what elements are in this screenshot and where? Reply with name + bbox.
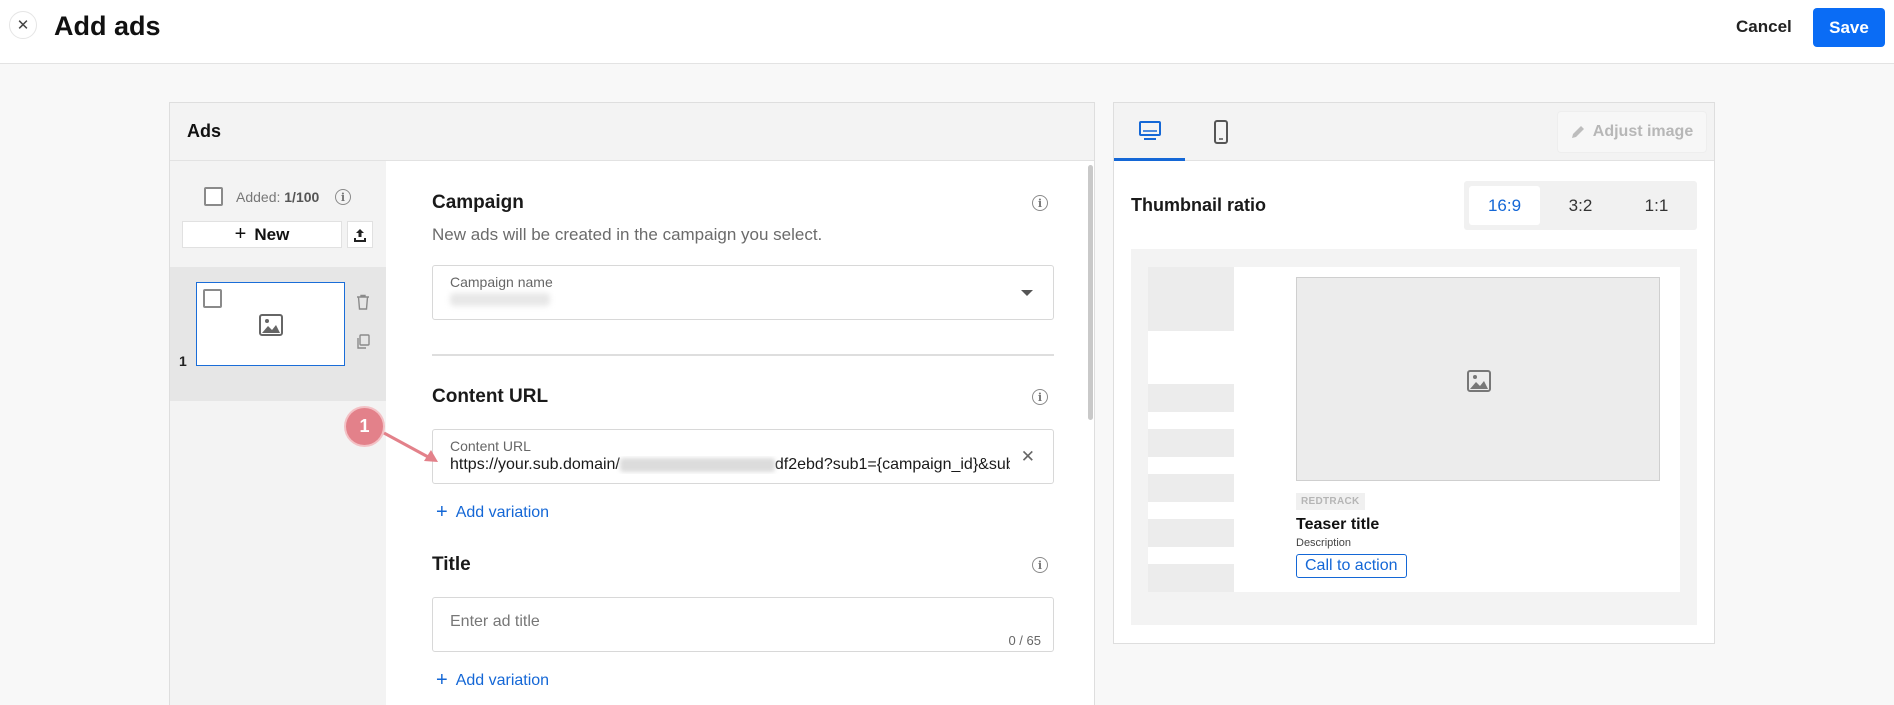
placeholder-block (1148, 474, 1234, 502)
teaser-description: Description (1296, 537, 1352, 549)
image-icon (1467, 370, 1491, 392)
title-section-title: Title (432, 554, 471, 575)
added-label: Added: (236, 189, 285, 205)
content-url-section-title: Content URL (432, 386, 549, 407)
plus-icon: + (436, 501, 448, 523)
adjust-image-label: Adjust image (1592, 123, 1694, 140)
title-char-counter: 0 / 65 (1008, 633, 1041, 648)
preview-panel: Adjust image Thumbnail ratio 16:9 3:2 1:… (1113, 102, 1715, 644)
ad-number: 1 (179, 353, 187, 369)
ads-panel-header: Ads (170, 103, 1094, 161)
info-icon[interactable]: i (335, 189, 351, 205)
add-variation-label: Add variation (455, 671, 550, 689)
mobile-icon (1213, 120, 1228, 144)
content-url-value[interactable]: https://your.sub.domain/df2ebd?sub1={cam… (450, 456, 1010, 474)
url-prefix: https://your.sub.domain/ (450, 456, 620, 473)
thumbnail-ratio-label: Thumbnail ratio (1131, 195, 1266, 215)
added-count: 1/100 (284, 189, 320, 205)
info-icon[interactable]: i (1032, 557, 1048, 573)
close-icon[interactable]: ✕ (1021, 447, 1035, 467)
campaign-field-label: Campaign name (450, 274, 553, 290)
annotation-arrow-icon (383, 431, 438, 462)
brand-chip: REDTRACK (1296, 493, 1365, 510)
adjust-image-button[interactable]: Adjust image (1557, 111, 1707, 153)
save-button[interactable]: Save (1813, 8, 1885, 47)
plus-icon: + (234, 223, 247, 245)
image-icon (259, 314, 283, 336)
campaign-description: New ads will be created in the campaign … (432, 225, 823, 244)
url-redacted (619, 457, 775, 472)
ad-preview-area: REDTRACK Teaser title Description Call t… (1131, 249, 1697, 625)
ad-list-item[interactable]: 1 (170, 267, 386, 401)
top-bar: ✕ Add ads Cancel Save (0, 0, 1894, 64)
campaign-select[interactable]: Campaign name (432, 265, 1054, 320)
section-divider (432, 354, 1054, 356)
placeholder-block (1148, 384, 1234, 412)
tab-mobile[interactable] (1185, 103, 1256, 161)
placeholder-block (1148, 267, 1234, 331)
ads-panel-title: Ads (187, 121, 222, 141)
cancel-button[interactable]: Cancel (1730, 14, 1798, 40)
ad-thumbnail[interactable] (196, 282, 345, 366)
content-url-field[interactable]: Content URL https://your.sub.domain/df2e… (432, 429, 1054, 484)
chevron-down-icon[interactable] (1021, 290, 1033, 296)
ad-title-input[interactable] (450, 613, 950, 631)
scrollbar[interactable] (1088, 165, 1093, 420)
upload-icon[interactable] (347, 221, 373, 248)
desktop-icon (1138, 120, 1161, 140)
add-variation-label: Add variation (455, 503, 550, 521)
plus-icon: + (436, 669, 448, 691)
ad-form: Campaign i New ads will be created in th… (386, 161, 1094, 705)
ratio-option-16-9[interactable]: 16:9 (1469, 186, 1540, 225)
tab-desktop[interactable] (1114, 103, 1185, 161)
ratio-option-3-2[interactable]: 3:2 (1545, 186, 1616, 225)
url-suffix: df2ebd?sub1={campaign_id}&sub2 (774, 456, 1010, 473)
teaser-title: Teaser title (1296, 516, 1380, 533)
ad-preview-page: REDTRACK Teaser title Description Call t… (1148, 267, 1680, 592)
ads-panel: Ads Added: 1/100 i + New 1 Campaign i Ne… (169, 102, 1095, 705)
campaign-value-redacted (450, 293, 550, 306)
thumbnail-ratio-selector: 16:9 3:2 1:1 (1464, 181, 1697, 230)
add-title-variation-button[interactable]: + Add variation (436, 669, 549, 692)
step-annotation-badge: 1 (346, 408, 383, 445)
call-to-action-button: Call to action (1296, 554, 1407, 578)
ad-checkbox[interactable] (203, 289, 222, 308)
added-counter: Added: 1/100 (236, 189, 319, 205)
new-ad-label: New (254, 224, 290, 244)
page-title: Add ads (54, 11, 161, 41)
content-url-field-label: Content URL (450, 438, 531, 454)
trash-icon[interactable] (356, 294, 370, 315)
pencil-icon (1571, 126, 1584, 138)
info-icon[interactable]: i (1032, 195, 1048, 211)
placeholder-block (1148, 564, 1234, 592)
campaign-section-title: Campaign (432, 192, 524, 213)
close-icon[interactable]: ✕ (9, 11, 37, 39)
new-ad-button[interactable]: + New (182, 221, 342, 248)
placeholder-block (1148, 429, 1234, 457)
select-all-checkbox[interactable] (204, 187, 223, 206)
ad-title-field[interactable]: 0 / 65 (432, 597, 1054, 652)
placeholder-block (1148, 519, 1234, 547)
preview-tabs: Adjust image (1114, 103, 1714, 161)
info-icon[interactable]: i (1032, 389, 1048, 405)
preview-image (1296, 277, 1660, 481)
copy-icon[interactable] (356, 334, 370, 355)
ratio-option-1-1[interactable]: 1:1 (1621, 186, 1692, 225)
add-url-variation-button[interactable]: + Add variation (436, 501, 549, 524)
